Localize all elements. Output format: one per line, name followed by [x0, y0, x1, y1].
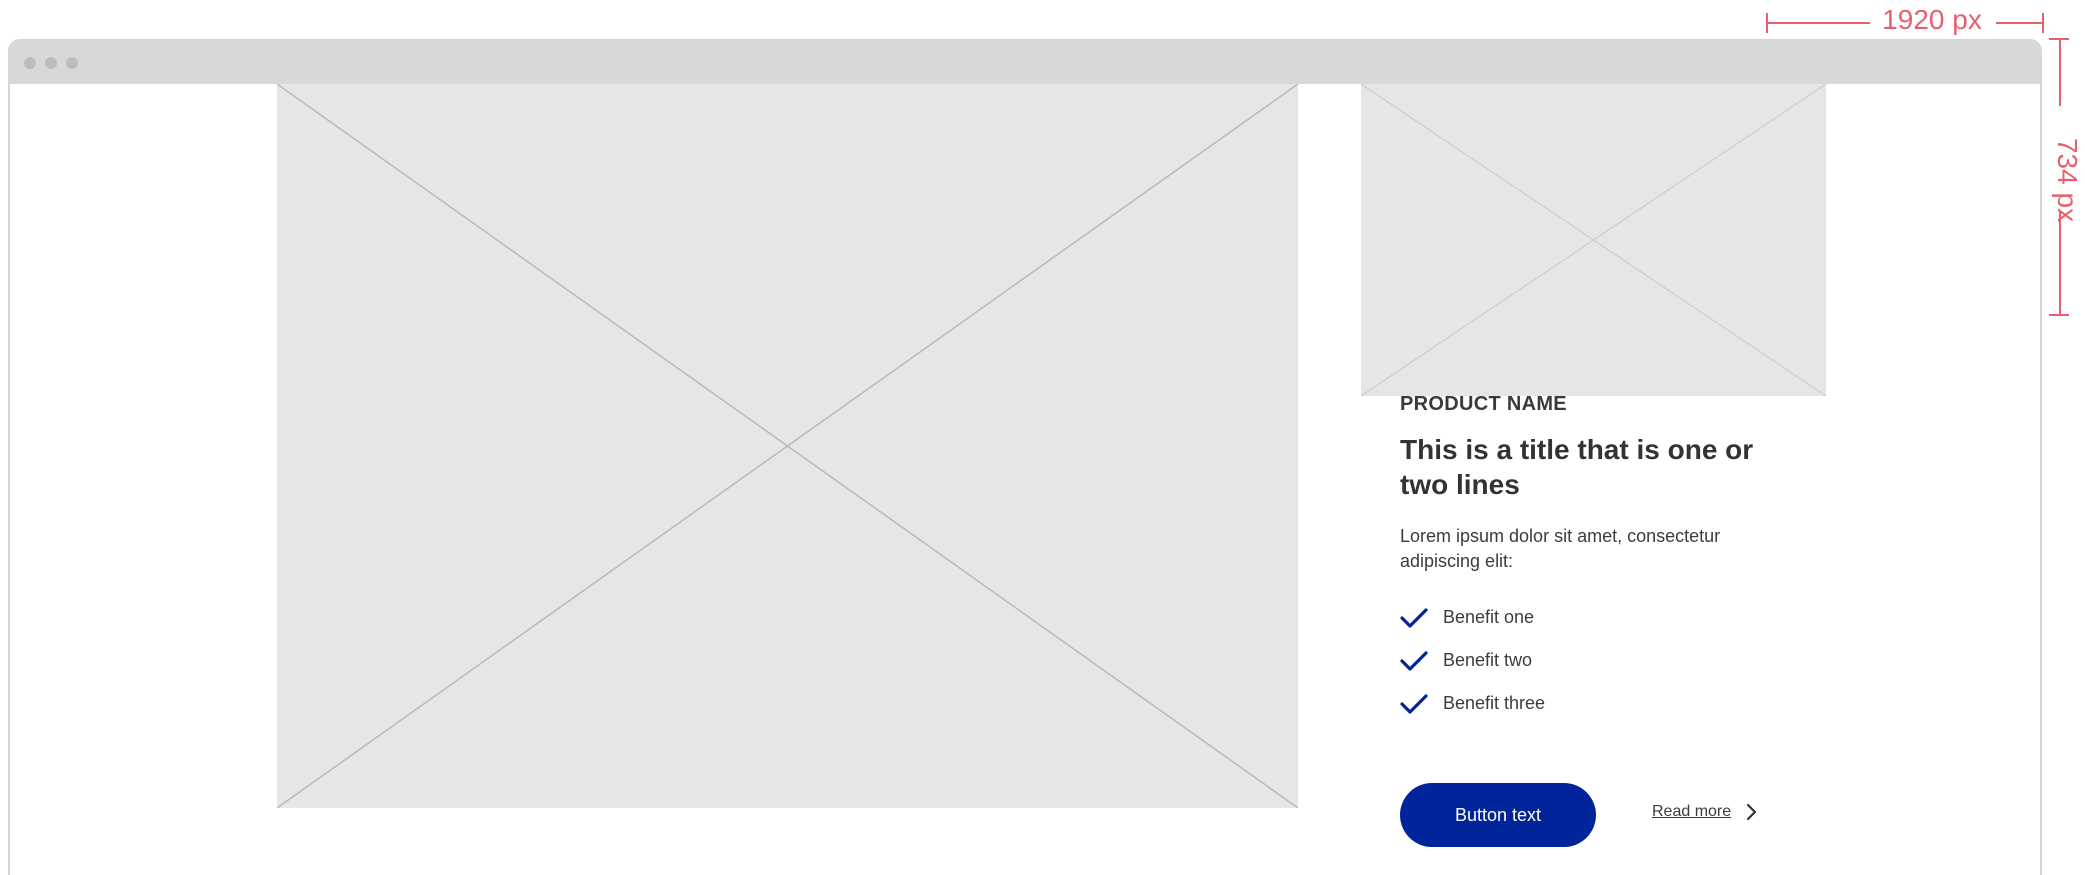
product-title: This is a title that is one or two lines: [1400, 434, 1754, 500]
check-icon: [1400, 607, 1428, 628]
browser-window: PRODUCT NAME This is a title that is one…: [8, 39, 2042, 875]
benefit-list: Benefit one Benefit two Benefit three: [1400, 596, 1545, 725]
dimension-line: [1996, 22, 2042, 24]
product-intro: Lorem ipsum dolor sit amet, consectetur …: [1400, 526, 1721, 571]
read-more-link[interactable]: Read more: [1652, 803, 1757, 821]
benefit-item: Benefit two: [1400, 639, 1545, 682]
benefit-item: Benefit three: [1400, 682, 1545, 725]
benefit-label: Benefit two: [1443, 650, 1533, 670]
image-placeholder-icon: [1361, 84, 1826, 396]
image-placeholder-icon: [277, 84, 1298, 808]
height-dimension-annotation: 734 px: [2045, 38, 2085, 316]
benefit-item: Benefit one: [1400, 596, 1545, 639]
dimension-line: [2059, 212, 2061, 316]
dimension-cap: [2049, 314, 2069, 316]
page: 1920 px 734 px PRODUCT NAME This is a ti…: [0, 0, 2085, 875]
benefit-label: Benefit one: [1443, 607, 1535, 627]
primary-cta-button[interactable]: Button text: [1400, 783, 1596, 847]
product-name: PRODUCT NAME: [1400, 393, 1567, 415]
window-minimize-dot[interactable]: [45, 57, 57, 69]
product-image-placeholder: [1361, 84, 1826, 396]
chevron-right-icon: [1747, 803, 1757, 821]
window-close-dot[interactable]: [24, 57, 36, 69]
read-more-label: Read more: [1652, 803, 1732, 820]
dimension-cap: [2042, 13, 2044, 33]
benefit-label: Benefit three: [1443, 693, 1546, 713]
hero-image-placeholder: [277, 84, 1298, 808]
window-maximize-dot[interactable]: [66, 57, 78, 69]
height-dimension-label: 734 px: [2052, 137, 2083, 223]
check-icon: [1400, 693, 1428, 714]
dimension-line: [1766, 22, 1870, 24]
browser-title-bar: [10, 41, 2040, 84]
width-dimension-annotation: 1920 px: [1766, 2, 2044, 42]
width-dimension-label: 1920 px: [1882, 4, 1982, 35]
check-icon: [1400, 650, 1428, 671]
dimension-line: [2059, 38, 2061, 106]
